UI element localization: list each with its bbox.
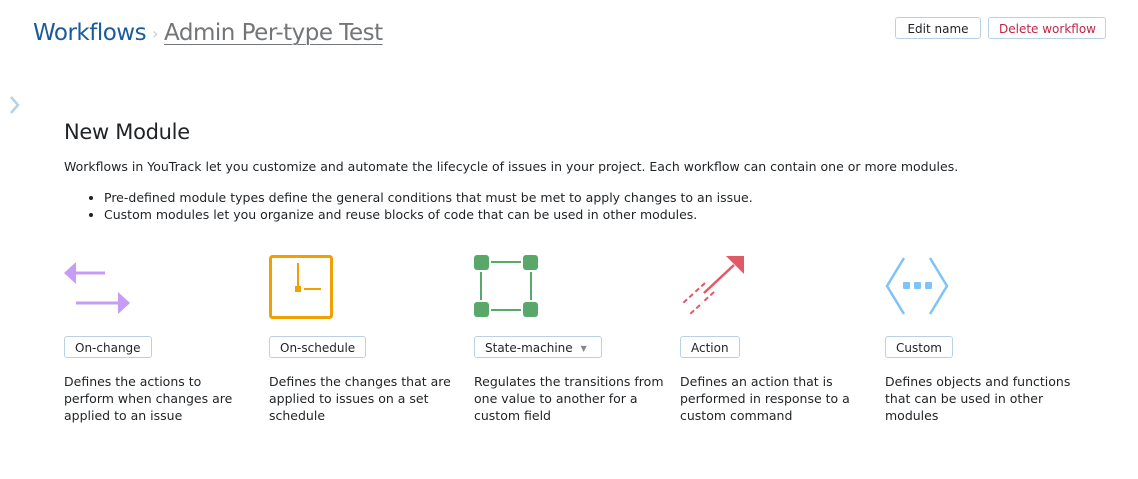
action-button[interactable]: Action bbox=[680, 336, 740, 358]
delete-workflow-button[interactable]: Delete workflow bbox=[988, 17, 1106, 39]
state-machine-label: State-machine bbox=[485, 341, 573, 355]
module-on-schedule: On-schedule Defines the changes that are… bbox=[269, 253, 459, 424]
on-schedule-button[interactable]: On-schedule bbox=[269, 336, 367, 358]
page-title: New Module bbox=[64, 120, 190, 144]
intro-text: Workflows in YouTrack let you customize … bbox=[64, 159, 959, 174]
module-description: Defines an action that is performed in r… bbox=[680, 374, 850, 423]
module-description: Defines objects and functions that can b… bbox=[885, 374, 1071, 423]
module-custom: Custom Defines objects and functions tha… bbox=[885, 253, 1075, 424]
breadcrumb-separator-icon: › bbox=[152, 23, 159, 43]
state-graph-icon bbox=[474, 255, 538, 317]
action-arrow-icon bbox=[681, 256, 744, 315]
workflow-name-link[interactable]: Admin Per-type Test bbox=[164, 20, 383, 46]
arrows-swap-icon bbox=[64, 262, 130, 314]
breadcrumb-workflows-link[interactable]: Workflows bbox=[33, 20, 147, 46]
module-action: Action Defines an action that is perform… bbox=[680, 253, 870, 424]
breadcrumb: Workflows › Admin Per-type Test bbox=[33, 20, 383, 46]
bullet-item: Custom modules let you organize and reus… bbox=[104, 206, 753, 223]
state-machine-dropdown[interactable]: State-machine ▼ bbox=[474, 336, 602, 358]
custom-button[interactable]: Custom bbox=[885, 336, 953, 358]
module-description: Defines the changes that are applied to … bbox=[269, 374, 451, 423]
expand-sidebar-chevron-icon[interactable] bbox=[8, 94, 22, 116]
module-description: Defines the actions to perform when chan… bbox=[64, 374, 233, 423]
bullet-list: Pre-defined module types define the gene… bbox=[64, 189, 753, 223]
module-description: Regulates the transitions from one value… bbox=[474, 374, 664, 423]
clock-icon bbox=[269, 255, 333, 319]
on-change-button[interactable]: On-change bbox=[64, 336, 152, 358]
bullet-item: Pre-defined module types define the gene… bbox=[104, 189, 753, 206]
dropdown-caret-icon: ▼ bbox=[580, 343, 587, 353]
module-on-change: On-change Defines the actions to perform… bbox=[64, 253, 254, 424]
module-state-machine: State-machine ▼ Regulates the transitions… bbox=[474, 253, 664, 424]
code-brackets-icon bbox=[885, 257, 949, 315]
edit-name-button[interactable]: Edit name bbox=[895, 17, 981, 39]
